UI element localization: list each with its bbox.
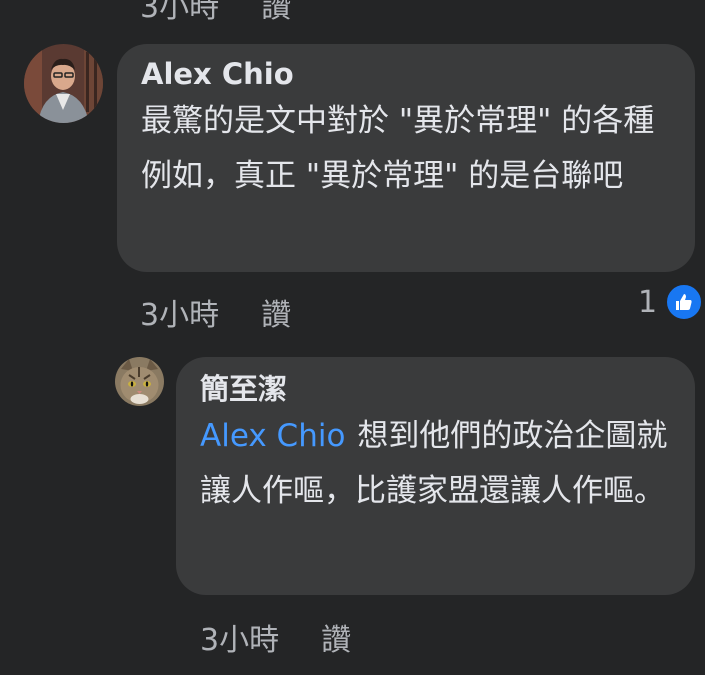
- comment-timestamp[interactable]: 3小時: [140, 290, 219, 334]
- comment-author-name[interactable]: Alex Chio: [141, 56, 675, 92]
- reply-bubble: 簡至潔 Alex Chio 想到他們的政治企圖就讓人作嘔，比護家盟還讓人作嘔。: [176, 357, 695, 595]
- comment-reactions[interactable]: 1: [638, 283, 704, 321]
- reply-like-link[interactable]: 讚: [321, 615, 351, 659]
- reply-author-avatar[interactable]: [115, 357, 164, 406]
- comment-meta: 3小時 讚: [140, 290, 291, 334]
- previous-comment-like-link[interactable]: 讚: [261, 0, 291, 26]
- comment-text: 最驚的是文中對於 "異於常理" 的各種例如，真正 "異於常理" 的是台聯吧: [141, 103, 655, 194]
- previous-comment-meta: 3小時 讚: [140, 0, 291, 26]
- comment-like-link[interactable]: 讚: [261, 290, 291, 334]
- reply-meta: 3小時 讚: [200, 615, 351, 659]
- person-avatar-icon: [24, 44, 103, 123]
- reply-timestamp[interactable]: 3小時: [200, 615, 279, 659]
- cat-avatar-icon: [115, 357, 164, 406]
- reply-text-block: Alex Chio 想到他們的政治企圖就讓人作嘔，比護家盟還讓人作嘔。: [200, 409, 675, 519]
- comment-bubble: Alex Chio 最驚的是文中對於 "異於常理" 的各種例如，真正 "異於常理…: [117, 44, 695, 272]
- mention-link[interactable]: Alex Chio: [200, 418, 345, 454]
- thumbs-up-icon: [665, 283, 704, 321]
- reply-author-name[interactable]: 簡至潔: [200, 371, 675, 407]
- comment-author-avatar[interactable]: [24, 44, 103, 123]
- previous-comment-time[interactable]: 3小時: [140, 0, 219, 26]
- reaction-count: 1: [638, 284, 658, 320]
